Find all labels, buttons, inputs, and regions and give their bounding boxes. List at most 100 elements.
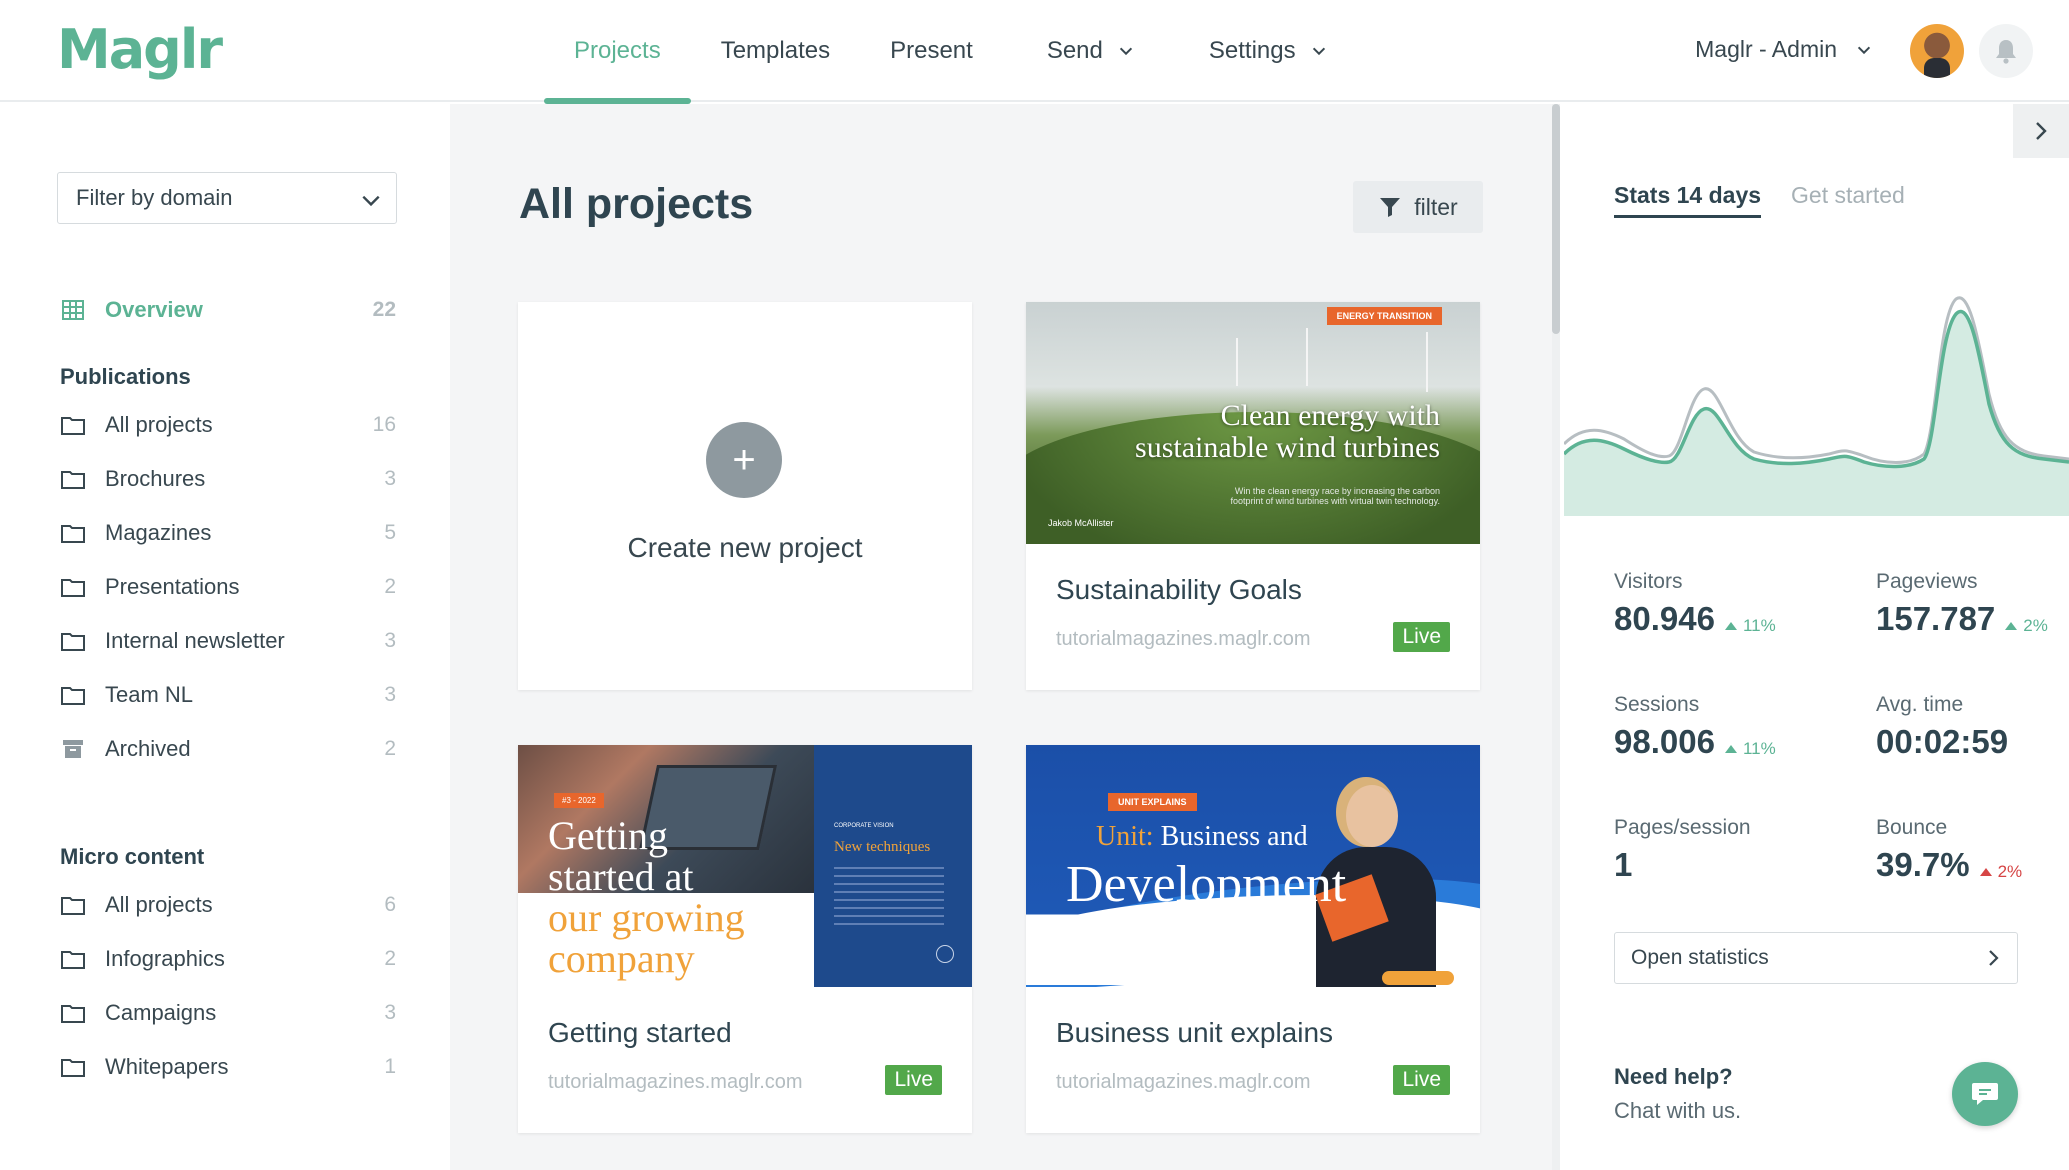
nav-templates[interactable]: Templates [691, 0, 860, 102]
folder-icon [60, 682, 86, 708]
thumbnail-headline-line: our growing [548, 895, 745, 940]
sidebar-item-label: Magazines [105, 520, 212, 545]
stat-label: Sessions [1614, 693, 1700, 716]
stat-delta-value: 2% [2023, 616, 2048, 635]
sidebar-item-infographics[interactable]: Infographics 2 [60, 939, 396, 979]
avatar[interactable] [1910, 24, 1964, 78]
sidebar-item-all-projects[interactable]: All projects 16 [60, 405, 396, 445]
project-domain: tutorialmagazines.maglr.com [1056, 1071, 1311, 1093]
item-count: 3 [384, 683, 396, 706]
turbine-shape [1426, 332, 1428, 392]
help-subtitle: Chat with us. [1614, 1098, 1742, 1123]
sidebar-item-label: Presentations [105, 574, 240, 599]
create-project-label: Create new project [627, 532, 863, 563]
filter-button[interactable]: filter [1353, 181, 1483, 233]
thumbnail-headline-line: Getting [548, 813, 668, 858]
tab-stats-14-days[interactable]: Stats 14 days [1614, 182, 1762, 218]
sidebar-item-internal-newsletter[interactable]: Internal newsletter 3 [60, 621, 396, 661]
project-title[interactable]: Getting started [548, 1017, 732, 1049]
item-count: 16 [372, 413, 396, 436]
project-card[interactable]: UNIT EXPLAINS Unit: Business and Develop… [1026, 745, 1480, 1133]
stat-value: 1 [1614, 846, 1633, 883]
filter-label: filter [1414, 193, 1458, 220]
chevron-right-icon [1989, 950, 1999, 966]
sidebar-item-label: Team NL [105, 682, 194, 707]
thumbnail-side-panel: CORPORATE VISION New techniques [814, 745, 972, 987]
stat-visitors: Visitors 80.946 11% [1614, 570, 1854, 638]
nav-projects-label: Projects [574, 37, 661, 64]
turbine-shape [1306, 328, 1308, 386]
sidebar-item-brochures[interactable]: Brochures 3 [60, 459, 396, 499]
chevron-down-icon [1119, 47, 1132, 56]
panel-title: New techniques [834, 839, 931, 855]
sidebar-item-overview[interactable]: Overview 22 [60, 290, 396, 330]
stat-pageviews: Pageviews 157.787 2% [1876, 570, 2069, 638]
project-title[interactable]: Business unit explains [1056, 1017, 1333, 1049]
item-count: 2 [384, 947, 396, 970]
publications-heading: Publications [60, 364, 191, 389]
stat-delta-value: 11% [1742, 616, 1776, 635]
domain-filter-label: Filter by domain [76, 185, 233, 210]
project-card[interactable]: #3 - 2022 Getting started at our growing… [518, 745, 972, 1133]
sidebar-item-campaigns[interactable]: Campaigns 3 [60, 993, 396, 1033]
item-count: 1 [384, 1055, 396, 1078]
thumbnail-author: Jakob McAllister [1048, 518, 1114, 528]
item-count: 6 [384, 893, 396, 916]
stat-value-row: 39.7% 2% [1876, 846, 2069, 884]
nav-present-label: Present [890, 37, 973, 64]
folder-icon [60, 946, 86, 972]
stat-label: Visitors [1614, 570, 1683, 593]
sidebar-item-label: Whitepapers [105, 1054, 229, 1079]
folder-icon [60, 466, 86, 492]
sidebar-item-micro-all-projects[interactable]: All projects 6 [60, 885, 396, 925]
project-card[interactable]: ENERGY TRANSITION Clean energy with sust… [1026, 302, 1480, 690]
nav-send[interactable]: Send [1017, 0, 1165, 102]
sidebar-item-label: Campaigns [105, 1000, 217, 1025]
item-count: 3 [384, 1001, 396, 1024]
sidebar-item-magazines[interactable]: Magazines 5 [60, 513, 396, 553]
nav-settings-label: Settings [1208, 37, 1296, 64]
notifications-button[interactable] [1979, 24, 2033, 78]
collapse-panel-button[interactable] [2013, 104, 2069, 158]
page-title: All projects [519, 180, 754, 228]
thumbnail-tag: ENERGY TRANSITION [1326, 307, 1442, 325]
sidebar-item-presentations[interactable]: Presentations 2 [60, 567, 396, 607]
sidebar-item-label: Overview [105, 297, 203, 322]
tab-get-started[interactable]: Get started [1791, 182, 1905, 218]
stat-value: 39.7% [1876, 846, 1970, 883]
nav-settings[interactable]: Settings [1179, 0, 1358, 102]
help-title: Need help? [1614, 1064, 1733, 1089]
open-statistics-button[interactable]: Open statistics [1614, 932, 2018, 984]
stat-sessions: Sessions 98.006 11% [1614, 693, 1854, 761]
nav-present[interactable]: Present [860, 0, 1003, 102]
archive-icon [60, 736, 86, 762]
sidebar-item-whitepapers[interactable]: Whitepapers 1 [60, 1047, 396, 1087]
scrollbar-thumb[interactable] [1552, 104, 1560, 334]
nav-send-label: Send [1046, 37, 1103, 64]
sidebar-item-label: Infographics [105, 946, 225, 971]
thumbnail-headline-accent: Unit: [1096, 821, 1154, 852]
sidebar-item-archived[interactable]: Archived 2 [60, 729, 396, 769]
item-count: 2 [384, 575, 396, 598]
sidebar-item-label: Brochures [105, 466, 206, 491]
maglr-logo[interactable]: Maglr [57, 18, 223, 81]
item-count: 3 [384, 467, 396, 490]
stat-label: Avg. time [1876, 693, 1964, 716]
project-title[interactable]: Sustainability Goals [1056, 574, 1302, 606]
stat-value-row: 98.006 11% [1614, 723, 1854, 761]
arrow-up-icon [1724, 745, 1737, 753]
sidebar-item-team-nl[interactable]: Team NL 3 [60, 675, 396, 715]
domain-filter-select[interactable]: Filter by domain [57, 172, 397, 224]
project-thumbnail: #3 - 2022 Getting started at our growing… [518, 745, 972, 987]
main-content: All projects filter + Create new project… [450, 104, 1552, 1170]
turbine-shape [1236, 338, 1238, 386]
status-badge: Live [1393, 622, 1450, 652]
nav-projects[interactable]: Projects [544, 0, 691, 104]
chat-button[interactable] [1952, 1062, 2018, 1126]
stat-delta-value: 2% [1997, 862, 2023, 881]
create-project-card[interactable]: + Create new project [518, 302, 972, 690]
sidebar-item-label: Internal newsletter [105, 628, 285, 653]
user-menu[interactable]: Maglr - Admin [1695, 36, 1873, 63]
stat-value: 80.946 [1614, 600, 1715, 637]
thumbnail-tag: #3 - 2022 [554, 793, 604, 808]
